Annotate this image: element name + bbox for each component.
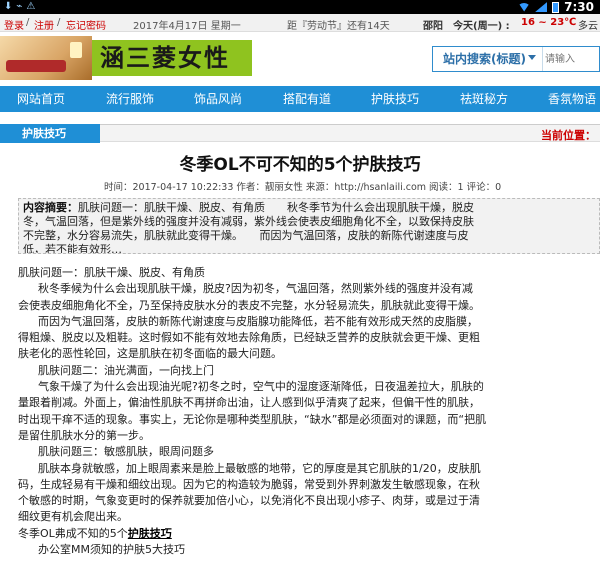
article-meta: 时间：2017-04-17 10:22:33 作者：靓丽女性 来源：http:/… <box>104 182 502 193</box>
main-nav: 网站首页 流行服饰 饰品风尚 搭配有道 护肤技巧 祛斑秘方 香氛物语 <box>0 86 600 112</box>
paragraph-line: 秋冬季候为什么会出现肌肤干燥，脱皮?因为初冬，气温回落，然则紫外线的强度并没有减 <box>38 282 473 296</box>
summary-line: 肌肤问题一：肌肤干燥、脱皮、有角质 秋冬季节为什么会出现肌肤干燥，脱皮 <box>78 201 474 214</box>
separator: / <box>57 17 61 28</box>
summary-line: 不完整，水分容易流失，肌肤就此变得干燥。 而因为气温回落，皮肤的新陈代谢速度与皮 <box>23 229 469 242</box>
register-link[interactable]: 注册 <box>34 17 54 32</box>
section-tab[interactable]: 护肤技巧 <box>0 124 100 143</box>
nav-item-fragrance[interactable]: 香氛物语 <box>548 86 596 112</box>
paragraph-line: 肌肤本身就敏感，加上眼周素来是脸上最敏感的地带，它的厚度是其它肌肤的1/20，皮… <box>38 461 481 475</box>
bed-shape <box>6 60 66 72</box>
logo-title: 涵三菱女性 <box>92 40 252 76</box>
weather-temp: 16 ~ 23℃ <box>521 17 577 28</box>
status-bar: ⬇ ⌁ ⚠ 7:30 <box>0 0 600 14</box>
nav-item-fashion[interactable]: 流行服饰 <box>106 86 154 112</box>
download-icon: ⬇ <box>4 1 13 12</box>
wifi-icon <box>518 2 531 12</box>
chevron-down-icon <box>528 55 536 60</box>
nav-item-matching[interactable]: 搭配有道 <box>283 86 331 112</box>
notification-icons: ⬇ ⌁ ⚠ <box>4 1 35 12</box>
paragraph-line: 个敏感的时期，气象变更时的保养就要加倍小心，以免消化不良出现小疹子、肉芽，或是过… <box>18 494 480 508</box>
login-link[interactable]: 登录 <box>4 17 24 32</box>
section-heading: 肌肤问题三：敏感肌肤，眼周问题多 <box>38 445 214 459</box>
summary-line: 低，若不能有效形… <box>23 243 122 254</box>
weather-city: 邵阳 <box>423 21 443 32</box>
current-location-label: 当前位置： <box>541 129 596 142</box>
paragraph-line: 得粗燥、脱皮以及粗鞋。这时假如不能有效地去除角质，已经缺乏营养的皮肤就会更干燥、… <box>18 331 480 345</box>
nav-item-accessories[interactable]: 饰品风尚 <box>194 86 242 112</box>
warning-icon: ⚠ <box>26 1 36 12</box>
paragraph-line: 时出现干痒不适的现象。事实上，无论你是哪种类型肌肤，“缺水”都是必须面对的课题，… <box>18 412 487 426</box>
site-search: 站内搜索(标题) <box>432 46 600 72</box>
nav-item-home[interactable]: 网站首页 <box>17 86 65 112</box>
search-scope-label: 站内搜索(标题) <box>443 52 526 66</box>
summary-label: 内容摘要： <box>23 201 78 214</box>
summary-line: 冬，气温回落，但是紫外线的强度并没有减弱，紫外线会使表皮细胞角化不全，以致保持皮… <box>23 215 474 228</box>
battery-icon <box>552 1 560 13</box>
search-scope-select[interactable]: 站内搜索(标题) <box>433 47 543 71</box>
skincare-tips-link[interactable]: 护肤技巧 <box>128 527 172 540</box>
site-logo[interactable]: 涵三菱女性 <box>0 36 255 80</box>
article-body: 肌肤问题一：肌肤干燥、脱皮、有角质 秋冬季候为什么会出现肌肤干燥，脱皮?因为初冬… <box>18 265 600 565</box>
holiday-countdown: 距『劳动节』还有14天 <box>287 21 390 32</box>
related-prefix: 冬季OL弗成不知的5个 <box>18 526 128 540</box>
paragraph-line: 细纹更有机会爬出来。 <box>18 510 128 524</box>
site-header: 涵三菱女性 站内搜索(标题) <box>0 33 600 83</box>
clock: 7:30 <box>564 0 594 14</box>
section-heading: 肌肤问题二：油光满面，一向找上门 <box>38 363 214 377</box>
paragraph-line: 量跟着削减。外面上，偏油性肌肤不再拼命出油，让人感到似乎清爽了起来，但偏干性的肌… <box>18 396 480 410</box>
weather-condition: 多云 <box>578 21 598 32</box>
current-date: 2017年4月17日 星期一 <box>133 21 241 32</box>
paragraph-line: 会使表皮细胞角化不全，乃至保持皮肤水分的表皮不完整，水分轻易流失，肌肤就此变得干… <box>18 298 480 312</box>
paragraph-line: 是留住肌肤水分的第一步。 <box>18 428 150 442</box>
search-input[interactable] <box>545 49 600 69</box>
paragraph-line: 码，生成轻易有干燥和细纹出现。因为它的构造较为脆弱，常受到外界刺激发生敏感现象，… <box>18 477 480 491</box>
lamp-shape <box>70 42 82 58</box>
section-heading: 肌肤问题一：肌肤干燥、脱皮、有角质 <box>18 266 205 279</box>
nav-item-skincare[interactable]: 护肤技巧 <box>371 86 419 112</box>
article-title: 冬季OL不可不知的5个护肤技巧 <box>179 155 421 175</box>
paragraph-line: 而因为气温回落，皮肤的新陈代谢速度与皮脂腺功能降低，若不能有效形成天然的皮脂膜， <box>38 314 478 328</box>
related-heading: 冬季OL弗成不知的5个护肤技巧 <box>18 526 600 542</box>
related-subtitle: 办公室MM须知的护肤5大技巧 <box>38 543 185 557</box>
paragraph-line: 肤老化的恶性轮回，这是肌肤在初冬面临的最大问题。 <box>18 347 282 361</box>
signal-icon <box>535 2 548 12</box>
breadcrumb: 护肤技巧 当前位置： <box>0 124 600 143</box>
article-summary: 内容摘要：肌肤问题一：肌肤干燥、脱皮、有角质 秋冬季节为什么会出现肌肤干燥，脱皮… <box>18 198 600 254</box>
nav-item-spots[interactable]: 祛斑秘方 <box>460 86 508 112</box>
separator: / <box>26 17 30 28</box>
forgot-password-link[interactable]: 忘记密码 <box>66 17 106 32</box>
logo-bedroom-image <box>0 36 92 80</box>
weather-day: 今天(周一) : <box>453 21 510 32</box>
paragraph-line: 气象干燥了为什么会出现油光呢?初冬之时，空气中的湿度逐渐降低，日夜温差拉大，肌肤… <box>38 380 484 394</box>
top-info-bar: 登录 / 注册 / 忘记密码 2017年4月17日 星期一 距『劳动节』还有14… <box>0 14 600 32</box>
usb-icon: ⌁ <box>16 1 23 12</box>
